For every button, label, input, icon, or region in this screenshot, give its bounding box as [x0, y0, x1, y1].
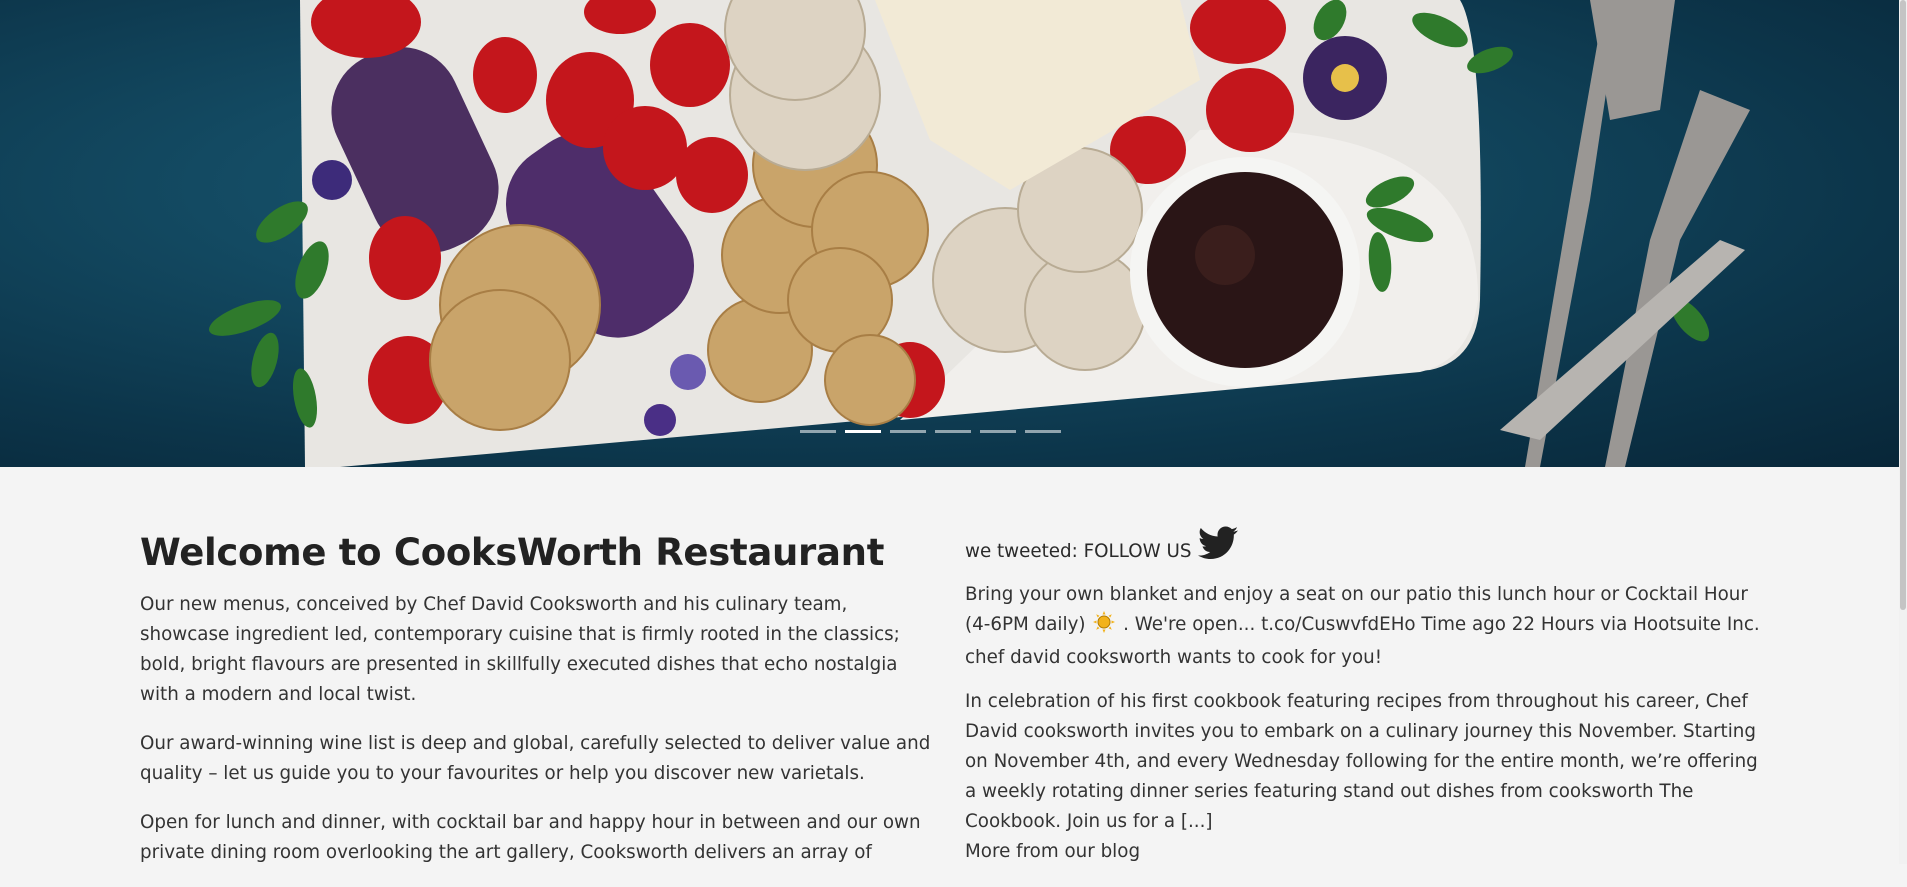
twitter-icon[interactable]: [1197, 526, 1238, 570]
carousel-indicator[interactable]: [935, 430, 971, 433]
sun-emoji-icon: [1093, 611, 1116, 643]
page-scrollbar[interactable]: [1899, 0, 1907, 864]
page-title: Welcome to CooksWorth Restaurant: [140, 531, 885, 574]
welcome-section: Welcome to CooksWorth Restaurant Our new…: [140, 530, 935, 887]
carousel-indicator[interactable]: [800, 430, 836, 433]
welcome-paragraph: Open for lunch and dinner, with cocktail…: [140, 812, 921, 863]
food-platter-image: [209, 0, 1750, 467]
carousel-indicator[interactable]: [1025, 430, 1061, 433]
social-section: we tweeted: FOLLOW US Bring your own bla…: [965, 526, 1765, 867]
scrollbar-thumb[interactable]: [1900, 0, 1906, 610]
carousel-indicator[interactable]: [890, 430, 926, 433]
carousel-indicator-active[interactable]: [845, 430, 881, 433]
twitter-heading-text: we tweeted: FOLLOW US: [965, 541, 1192, 562]
hero-carousel: [0, 0, 1899, 467]
welcome-paragraph: Our new menus, conceived by Chef David C…: [140, 594, 900, 705]
blog-excerpt: In celebration of his first cookbook fea…: [965, 691, 1758, 832]
carousel-indicator[interactable]: [980, 430, 1016, 433]
more-from-blog-link[interactable]: More from our blog: [965, 837, 1765, 867]
tweet-link-text[interactable]: . We're open... t.co/CuswvfdEHo Time ago…: [1123, 614, 1760, 635]
tweet-subline: chef david cooksworth wants to cook for …: [965, 647, 1383, 668]
twitter-heading: we tweeted: FOLLOW US: [965, 526, 1765, 574]
carousel-indicators: [800, 430, 1061, 433]
tweet-text: Bring your own blanket and enjoy a seat …: [965, 580, 1765, 673]
welcome-paragraph: Our award-winning wine list is deep and …: [140, 733, 931, 784]
